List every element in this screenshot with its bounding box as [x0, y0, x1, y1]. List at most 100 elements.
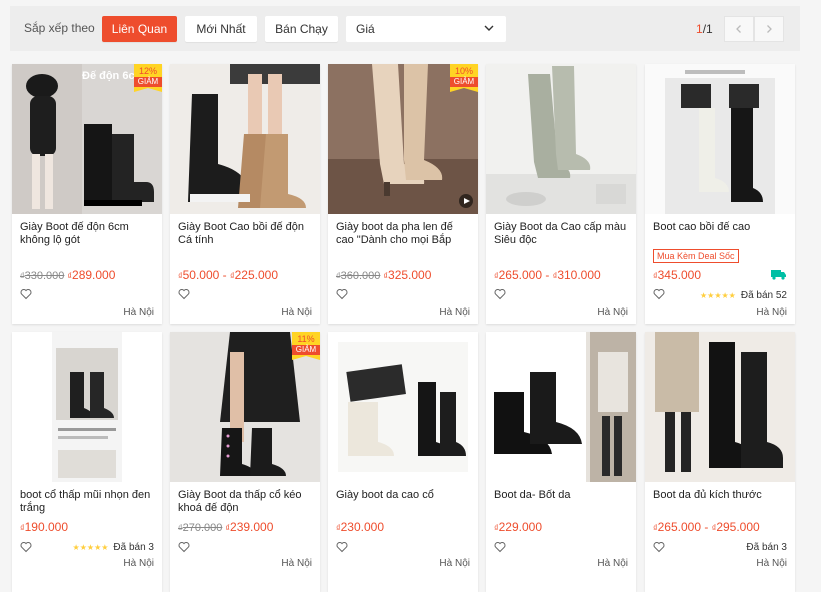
current-price: 289.000	[72, 268, 116, 282]
original-price: 270.000	[182, 522, 223, 534]
sort-newest-button[interactable]: Mới Nhất	[185, 16, 257, 42]
product-image[interactable]	[328, 332, 478, 482]
image-overlay-text: Đế độn 6c	[82, 70, 135, 82]
product-location: Hà Nội	[439, 558, 470, 569]
product-name[interactable]: Boot da đủ kích thước	[653, 489, 787, 515]
product-name[interactable]: boot cổ thấp mũi nhọn đen trắng	[20, 489, 154, 515]
product-price: ₫360.000 ₫325.000	[336, 268, 432, 282]
product-name[interactable]: Giày Boot Cao bồi đế độn Cá tính	[178, 221, 312, 247]
chevron-right-icon	[767, 25, 772, 33]
product-price: ₫265.000 - ₫310.000	[494, 268, 601, 282]
product-image[interactable]	[12, 332, 162, 482]
product-price: ₫345.000	[653, 268, 702, 282]
discount-label: GIẢM	[450, 77, 478, 87]
discount-badge: 10% GIẢM	[450, 64, 478, 92]
current-price: 265.000	[498, 268, 543, 282]
rating-stars: ★★★★★	[699, 291, 736, 300]
product-card[interactable]: Giày Boot da Cao cấp màu Siêu độc ₫265.0…	[486, 64, 636, 324]
product-name[interactable]: Giày Boot đế độn 6cm không lộ gót	[20, 221, 154, 247]
discount-percent: 10%	[454, 66, 473, 76]
product-card[interactable]: 10% GIẢM Giày boot da pha len đế cao "Dàn…	[328, 64, 478, 324]
product-price: ₫230.000	[336, 520, 385, 534]
discount-label: GIẢM	[292, 345, 320, 355]
product-location: Hà Nội	[756, 558, 787, 569]
product-image[interactable]	[645, 64, 795, 214]
current-price: 229.000	[498, 520, 543, 534]
product-card[interactable]: Boot da- Bốt da ₫229.000 Hà Nội	[486, 332, 636, 592]
product-card[interactable]: Giày Boot Cao bồi đế độn Cá tính ₫50.000…	[170, 64, 320, 324]
product-image[interactable]: Đế độn 6c 12% GIẢM	[12, 64, 162, 214]
page-total: /1	[702, 22, 713, 36]
discount-percent: 11%	[297, 334, 315, 344]
original-price: 330.000	[24, 270, 65, 282]
product-card[interactable]: Giày boot da cao cổ ₫230.000 Hà Nội	[328, 332, 478, 592]
product-price: ₫50.000 - ₫225.000	[178, 268, 279, 282]
heart-icon[interactable]	[653, 541, 665, 553]
prev-page-button[interactable]	[724, 16, 754, 42]
heart-icon[interactable]	[20, 541, 32, 553]
product-location: Hà Nội	[597, 558, 628, 569]
current-price: 239.000	[230, 520, 274, 534]
product-name[interactable]: Boot da- Bốt da	[494, 489, 628, 515]
current-price: 190.000	[24, 520, 69, 534]
heart-icon[interactable]	[178, 541, 190, 553]
product-location: Hà Nội	[281, 558, 312, 569]
product-price: ₫190.000	[20, 520, 69, 534]
discount-percent: 12%	[138, 66, 157, 76]
sold-info: ★★★★★ Đã bán 52	[700, 290, 787, 301]
heart-icon[interactable]	[494, 541, 506, 553]
heart-icon[interactable]	[336, 541, 348, 553]
product-name[interactable]: Boot cao bồi đế cao	[653, 221, 787, 247]
product-image[interactable]: 10% GIẢM	[328, 64, 478, 214]
product-price: ₫270.000 ₫239.000	[178, 520, 274, 534]
sort-bar: Sắp xếp theo Liên Quan Mới Nhất Bán Chạy…	[10, 6, 800, 51]
next-page-button[interactable]	[754, 16, 784, 42]
product-location: Hà Nội	[439, 307, 470, 318]
current-price-max: 225.000	[234, 268, 279, 282]
product-card[interactable]: Boot cao bồi đế cao Mua Kèm Deal Sốc ₫34…	[645, 64, 795, 324]
product-image[interactable]: 11% GIẢM	[170, 332, 320, 482]
sort-label: Sắp xếp theo	[24, 21, 95, 35]
product-card[interactable]: boot cổ thấp mũi nhọn đen trắng ₫190.000…	[12, 332, 162, 592]
sold-count: Đã bán 3	[113, 542, 154, 553]
product-location: Hà Nội	[597, 307, 628, 318]
video-play-icon[interactable]	[459, 194, 473, 208]
product-name[interactable]: Giày boot da pha len đế cao "Dành cho mọ…	[336, 221, 470, 247]
current-price: 265.000	[657, 520, 702, 534]
product-card[interactable]: Đế độn 6c 12% GIẢM Giày Boot đế độn 6cm k…	[12, 64, 162, 324]
sold-count: Đã bán 3	[746, 542, 787, 553]
page-indicator: 1/1	[696, 22, 713, 36]
product-location: Hà Nội	[756, 307, 787, 318]
heart-icon[interactable]	[336, 288, 348, 300]
discount-label: GIẢM	[134, 77, 162, 87]
chevron-left-icon	[736, 25, 741, 33]
product-location: Hà Nội	[123, 558, 154, 569]
current-price-max: 310.000	[557, 268, 601, 282]
heart-icon[interactable]	[178, 288, 190, 300]
current-price-max: 295.000	[716, 520, 760, 534]
original-price: 360.000	[340, 270, 381, 282]
free-shipping-icon	[771, 270, 786, 280]
product-card[interactable]: 11% GIẢM Giày Boot da thấp cổ kéo khoá đế…	[170, 332, 320, 592]
product-name[interactable]: Giày Boot da Cao cấp màu Siêu độc	[494, 221, 628, 247]
product-location: Hà Nội	[281, 307, 312, 318]
product-card[interactable]: Boot da đủ kích thước ₫265.000 - ₫295.00…	[645, 332, 795, 592]
deal-tag[interactable]: Mua Kèm Deal Sốc	[653, 249, 739, 263]
heart-icon[interactable]	[653, 288, 665, 300]
heart-icon[interactable]	[494, 288, 506, 300]
sort-bestselling-button[interactable]: Bán Chạy	[265, 16, 338, 42]
product-image[interactable]	[645, 332, 795, 482]
product-name[interactable]: Giày Boot da thấp cổ kéo khoá đế độn	[178, 489, 312, 515]
price-sort-label: Giá	[356, 22, 375, 36]
sold-count: Đã bán 52	[740, 290, 787, 301]
product-name[interactable]: Giày boot da cao cổ	[336, 489, 470, 515]
product-image[interactable]	[170, 64, 320, 214]
current-price: 325.000	[388, 268, 432, 282]
product-image[interactable]	[486, 332, 636, 482]
sort-relevance-button[interactable]: Liên Quan	[102, 16, 177, 42]
sold-info: ★★★★★ Đã bán 3	[73, 542, 154, 553]
heart-icon[interactable]	[20, 288, 32, 300]
price-sort-select[interactable]: Giá	[346, 16, 506, 42]
chevron-down-icon	[484, 25, 494, 31]
product-image[interactable]	[486, 64, 636, 214]
